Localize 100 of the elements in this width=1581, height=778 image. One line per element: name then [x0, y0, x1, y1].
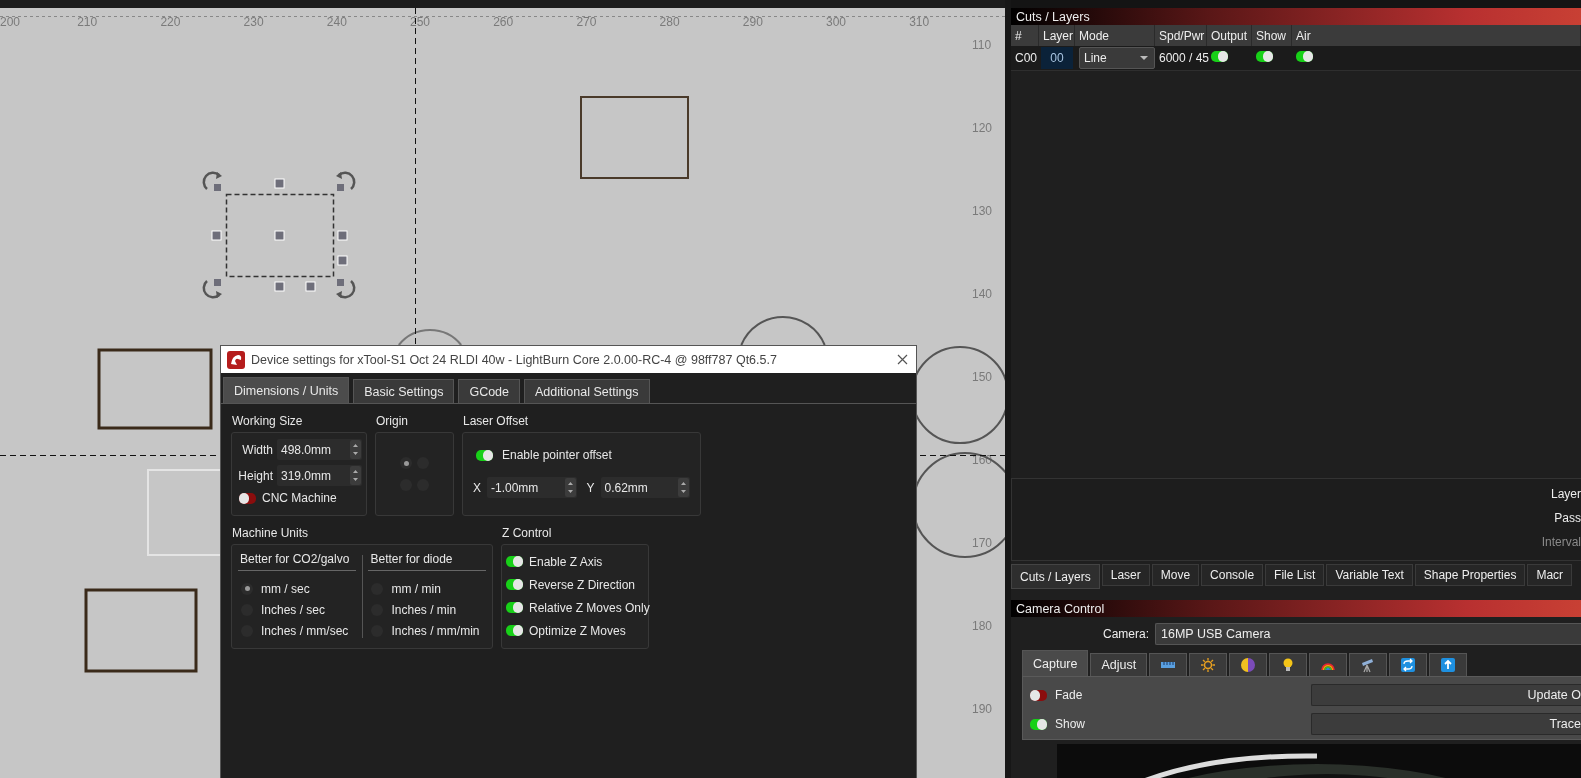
- rotate-handle[interactable]: [336, 171, 356, 191]
- number-field[interactable]: -1.00mm: [487, 477, 577, 498]
- group-label: Working Size: [231, 414, 304, 430]
- stepper-icon[interactable]: [678, 478, 689, 497]
- skew-handle[interactable]: [305, 281, 316, 292]
- field-label: Height: [238, 468, 273, 483]
- ruler-label: 180: [972, 619, 993, 633]
- rotate-handle[interactable]: [336, 279, 356, 299]
- field-label: Y: [586, 480, 595, 495]
- group-label: Machine Units: [231, 526, 310, 542]
- ruler-label: 300: [826, 15, 847, 29]
- ruler-label: 310: [909, 15, 930, 29]
- radio-button[interactable]: [241, 582, 253, 595]
- tab[interactable]: [1309, 653, 1348, 676]
- tab[interactable]: Macr: [1527, 564, 1573, 586]
- toggle-label: Enable pointer offset: [502, 448, 612, 462]
- close-icon[interactable]: [897, 354, 908, 365]
- tab[interactable]: Adjust: [1090, 653, 1148, 676]
- toggle-switch[interactable]: [506, 556, 523, 567]
- toggle-switch[interactable]: [1211, 51, 1228, 62]
- ruler-label: 280: [659, 15, 680, 29]
- action-button[interactable]: Trace: [1311, 713, 1581, 735]
- toggle-switch[interactable]: [1030, 689, 1047, 701]
- resize-handle[interactable]: [274, 281, 285, 292]
- camera-dropdown[interactable]: 16MP USB Camera: [1155, 623, 1581, 645]
- tab[interactable]: Dimensions / Units: [223, 377, 350, 403]
- ruler-label: 110: [972, 38, 992, 52]
- stepper-icon[interactable]: [350, 440, 361, 459]
- stepper-icon[interactable]: [564, 478, 576, 497]
- ruler-label: 290: [742, 15, 763, 29]
- tab[interactable]: Variable Text: [1326, 564, 1413, 586]
- tab[interactable]: Additional Settings: [524, 379, 650, 403]
- upload-icon: [1440, 657, 1457, 673]
- group-label: Z Control: [501, 526, 553, 542]
- table-cell: 6000 / 45: [1159, 51, 1207, 65]
- toggle-label: Reverse Z Direction: [529, 577, 636, 592]
- toggle-switch[interactable]: [1296, 51, 1313, 62]
- mode-dropdown[interactable]: Line: [1079, 47, 1155, 69]
- toggle-switch[interactable]: [476, 449, 493, 461]
- refresh-icon: [1400, 657, 1417, 673]
- stepper-icon[interactable]: [350, 466, 361, 485]
- radio-label: Inches / mm/min: [391, 624, 480, 639]
- tab[interactable]: Laser: [1101, 564, 1150, 586]
- app-logo-icon: [227, 350, 245, 369]
- tab[interactable]: GCode: [458, 379, 521, 403]
- tab[interactable]: [1269, 653, 1308, 676]
- tab[interactable]: Basic Settings: [353, 379, 455, 403]
- table-cell-text: C00: [1015, 51, 1038, 65]
- tab[interactable]: Capture: [1022, 650, 1089, 676]
- toggle-switch[interactable]: [506, 579, 523, 590]
- resize-handle[interactable]: [274, 178, 285, 189]
- toggle-switch[interactable]: [506, 625, 523, 636]
- radio-label: mm / min: [391, 581, 441, 596]
- layer-swatch[interactable]: 00: [1041, 47, 1073, 69]
- window-title: Device settings for xTool-S1 Oct 24 RLDI 40w - LightBurn Core 2.0.00-RC-4 @ 98ff787 Qt6.5.7: [251, 352, 778, 367]
- rotate-handle[interactable]: [202, 279, 222, 299]
- ruler-label: 210: [77, 15, 98, 29]
- toggle-label: Optimize Z Moves: [529, 623, 626, 638]
- toggle-switch[interactable]: [1256, 51, 1273, 62]
- ruler-label: 130: [972, 204, 993, 218]
- ruler-label: 170: [972, 536, 993, 550]
- toggle-switch[interactable]: [506, 602, 523, 613]
- action-button[interactable]: Update O: [1311, 684, 1581, 706]
- panel-title: Camera Control: [1011, 600, 1581, 617]
- resize-handle[interactable]: [211, 230, 222, 241]
- setting-label: Pass: [1554, 510, 1581, 527]
- tab[interactable]: [1429, 653, 1468, 676]
- toggle-switch[interactable]: [239, 492, 256, 504]
- radio-label: mm / sec: [261, 581, 310, 596]
- radio-label: Inches / mm/sec: [261, 624, 349, 639]
- tab[interactable]: [1349, 653, 1388, 676]
- tab[interactable]: Console: [1201, 564, 1264, 586]
- field-label: X: [473, 480, 481, 495]
- number-field[interactable]: 0.62mm: [600, 477, 690, 498]
- rotate-handle[interactable]: [202, 171, 222, 191]
- resize-handle[interactable]: [337, 230, 348, 241]
- tab[interactable]: [1229, 653, 1268, 676]
- toggle-switch[interactable]: [1030, 718, 1047, 730]
- toggle-label: Show: [1055, 717, 1086, 731]
- skew-handle[interactable]: [337, 255, 348, 266]
- tab[interactable]: Cuts / Layers: [1011, 564, 1100, 589]
- ruler-label: 200: [0, 15, 21, 29]
- number-field[interactable]: 319.0mm: [277, 465, 362, 486]
- ruler-label: 220: [160, 15, 181, 29]
- tab[interactable]: Shape Properties: [1414, 564, 1526, 586]
- tab[interactable]: [1389, 653, 1428, 676]
- move-handle[interactable]: [274, 230, 285, 241]
- toggle-label: Enable Z Axis: [529, 554, 603, 569]
- setting-label: Interval: [1541, 534, 1581, 551]
- tab[interactable]: [1149, 653, 1188, 676]
- tab[interactable]: File List: [1265, 564, 1325, 586]
- selected-rectangle[interactable]: [225, 193, 335, 278]
- contrast-icon: [1240, 657, 1257, 673]
- toggle-label: Relative Z Moves Only: [529, 600, 650, 615]
- origin-radio[interactable]: [400, 457, 412, 469]
- number-field[interactable]: 498.0mm: [277, 439, 362, 460]
- tab[interactable]: [1189, 653, 1228, 676]
- ruler-label: 120: [972, 121, 993, 135]
- tab[interactable]: Move: [1151, 564, 1200, 586]
- group-label: Laser Offset: [462, 414, 530, 430]
